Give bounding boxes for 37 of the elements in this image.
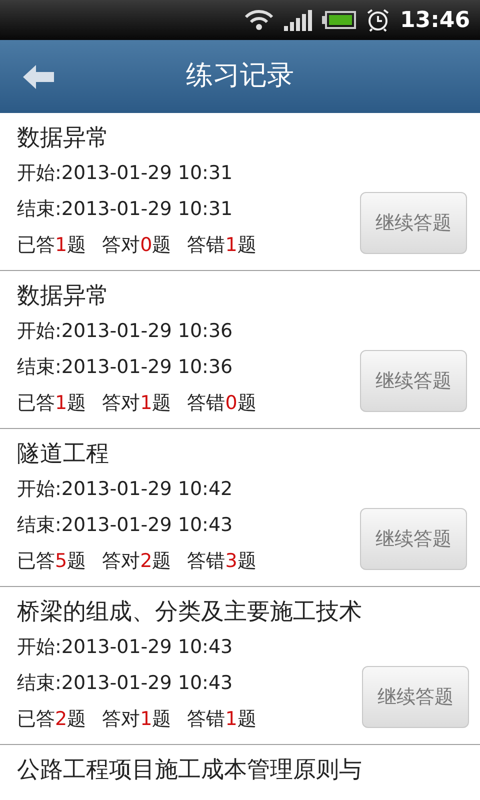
continue-button[interactable]: 继续答题 [360, 508, 467, 570]
answer-count: 答对1题 [102, 390, 172, 416]
end-time: 结束:2013-01-29 10:43 [17, 671, 234, 696]
record-title: 桥梁的组成、分类及主要施工技术 [17, 598, 362, 627]
answer-count: 已答1题 [17, 232, 86, 258]
clock-time: 13:46 [400, 6, 470, 34]
page-title: 练习记录 [186, 59, 294, 94]
continue-button[interactable]: 继续答题 [360, 192, 467, 254]
answer-count: 已答2题 [17, 706, 86, 732]
record-title: 公路工程项目施工成本管理原则与 [17, 756, 363, 785]
answer-count: 已答5题 [17, 548, 86, 574]
battery-icon [322, 11, 356, 29]
answer-count: 答对2题 [102, 548, 172, 574]
start-time: 开始:2013-01-29 10:36 [17, 319, 234, 344]
back-arrow-icon [23, 63, 55, 91]
end-time: 结束:2013-01-29 10:43 [17, 513, 234, 538]
answer-count: 答对0题 [102, 232, 172, 258]
end-time: 结束:2013-01-29 10:31 [17, 197, 234, 222]
answer-count: 答错0题 [187, 390, 256, 416]
answer-count: 答对1题 [102, 706, 172, 732]
wifi-icon [244, 9, 274, 31]
start-time: 开始:2013-01-29 10:43 [17, 635, 234, 660]
start-time: 开始:2013-01-29 10:31 [17, 161, 234, 186]
record-title: 数据异常 [17, 282, 110, 311]
continue-button[interactable]: 继续答题 [360, 350, 467, 412]
signal-icon [284, 9, 312, 31]
record-title: 隧道工程 [17, 440, 110, 469]
continue-button[interactable]: 继续答题 [362, 666, 469, 728]
answer-count: 答错1题 [187, 706, 256, 732]
answer-count: 答错1题 [187, 232, 256, 258]
answer-count: 已答1题 [17, 390, 86, 416]
answer-count: 答错3题 [187, 548, 256, 574]
alarm-clock-icon [366, 8, 390, 32]
start-time: 开始:2013-01-29 10:42 [17, 477, 234, 502]
back-button[interactable] [22, 62, 56, 92]
record-title: 数据异常 [17, 124, 110, 153]
end-time: 结束:2013-01-29 10:36 [17, 355, 234, 380]
